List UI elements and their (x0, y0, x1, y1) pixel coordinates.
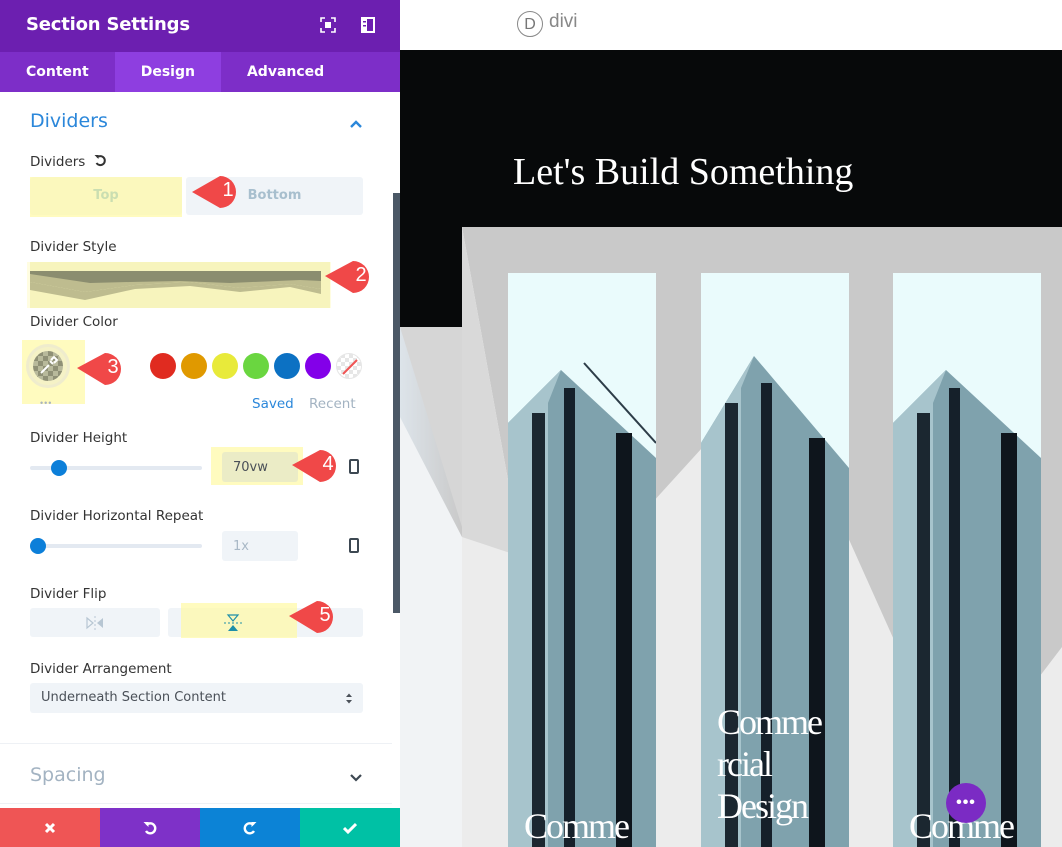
select-arrows-icon (346, 693, 352, 704)
panel-title: Section Settings (26, 14, 190, 35)
check-icon (343, 822, 357, 834)
divider-height-label: Divider Height (30, 430, 128, 446)
card-caption-line: rcial (717, 744, 773, 784)
chevron-up-icon[interactable] (350, 116, 362, 128)
project-card[interactable]: Comme rcial Design (701, 273, 849, 847)
dividers-label: Dividers (30, 154, 86, 170)
divider-repeat-input[interactable] (222, 531, 298, 561)
builder-menu-button[interactable]: ••• (946, 783, 986, 823)
divider-repeat-slider[interactable] (30, 544, 202, 548)
settings-tabs: Content Design Advanced (0, 52, 400, 92)
card-caption-line: Design (717, 786, 809, 826)
swatch-green[interactable] (243, 353, 269, 379)
saved-colors-tab[interactable]: Saved (252, 396, 294, 412)
card-caption: Comme (524, 806, 630, 846)
panel-footer (0, 808, 400, 847)
flip-horizontal-button[interactable] (30, 608, 160, 637)
save-button[interactable] (300, 808, 400, 847)
project-card[interactable]: Comme (893, 273, 1041, 847)
recent-colors-tab[interactable]: Recent (309, 396, 356, 412)
color-picker-button[interactable] (26, 344, 70, 388)
divider-repeat-label: Divider Horizontal Repeat (30, 508, 204, 524)
site-header: D divi (400, 0, 1062, 50)
tab-advanced[interactable]: Advanced (221, 52, 350, 92)
divider-height-input[interactable] (222, 452, 298, 482)
divider-color-label: Divider Color (30, 314, 118, 330)
swatch-red[interactable] (150, 353, 176, 379)
swatch-transparent[interactable] (336, 353, 362, 379)
divider-arrangement-label: Divider Arrangement (30, 661, 172, 677)
hero-title: Let's Build Something (513, 151, 854, 193)
redo-button[interactable] (200, 808, 300, 847)
chevron-down-icon[interactable] (350, 770, 362, 782)
divider-style-preview[interactable] (30, 262, 330, 308)
flip-horizontal-icon (86, 616, 103, 630)
divider-top-button[interactable]: Top (30, 177, 182, 215)
flip-vertical-button[interactable] (168, 608, 363, 637)
section-divider (0, 803, 392, 804)
responsive-phone-icon[interactable] (349, 459, 359, 474)
panel-scrollbar[interactable] (393, 193, 400, 613)
swatch-purple[interactable] (305, 353, 331, 379)
reset-icon[interactable] (94, 154, 108, 168)
dividers-section-toggle[interactable]: Dividers (30, 110, 108, 132)
panel-header: Section Settings (0, 0, 400, 52)
section-settings-panel: Section Settings Content Design Advanced… (0, 0, 400, 847)
swatch-orange[interactable] (181, 353, 207, 379)
redo-icon (243, 821, 257, 835)
site-logo-text[interactable]: divi (549, 11, 578, 33)
fullscreen-icon[interactable] (320, 17, 336, 33)
divider-style-label: Divider Style (30, 239, 117, 255)
spacing-section-toggle[interactable]: Spacing (30, 764, 106, 786)
undo-button[interactable] (100, 808, 200, 847)
divider-arrangement-value: Underneath Section Content (41, 690, 226, 705)
divider-bottom-button[interactable]: Bottom (186, 177, 363, 215)
page-preview: D divi Let's Build Something Comme Comme… (400, 0, 1062, 847)
flip-vertical-icon (224, 614, 242, 631)
project-card[interactable]: Comme (508, 273, 656, 847)
responsive-phone-icon[interactable] (349, 538, 359, 553)
divider-repeat-slider-thumb[interactable] (30, 538, 46, 554)
cancel-button[interactable] (0, 808, 100, 847)
more-colors-dots[interactable]: ••• (40, 398, 52, 408)
site-logo-mark[interactable]: D (517, 11, 543, 37)
tab-design[interactable]: Design (114, 52, 221, 92)
section-divider (0, 743, 392, 744)
close-icon (44, 822, 56, 833)
tab-content[interactable]: Content (0, 52, 115, 92)
divider-height-slider-thumb[interactable] (51, 460, 68, 476)
sidebar-layout-icon[interactable] (361, 17, 377, 33)
undo-icon (143, 821, 157, 835)
divider-flip-label: Divider Flip (30, 586, 107, 602)
swatch-yellow[interactable] (212, 353, 238, 379)
building-image (893, 273, 1041, 847)
eyedropper-icon (40, 356, 58, 374)
building-image (508, 273, 656, 847)
divider-arrangement-select[interactable]: Underneath Section Content (30, 683, 363, 713)
card-caption-line: Comme (717, 702, 823, 742)
swatch-blue[interactable] (274, 353, 300, 379)
